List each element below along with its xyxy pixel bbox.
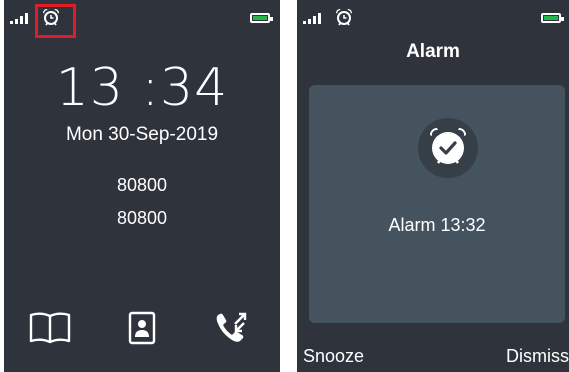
snooze-softkey[interactable]: Snooze	[303, 346, 364, 367]
alarm-check-icon	[418, 118, 478, 178]
line-1-number: 80800	[116, 175, 168, 195]
battery-icon	[541, 13, 564, 23]
date-label: Mon 30-Sep-2019	[65, 124, 219, 145]
contact-card-icon[interactable]	[120, 308, 164, 348]
alarm-card: Alarm 13:32	[309, 85, 565, 323]
status-bar	[297, 0, 569, 34]
phonebook-icon[interactable]	[28, 308, 72, 348]
call-log-icon[interactable]	[210, 308, 254, 348]
line-2-number: 80800	[116, 208, 168, 228]
battery-icon	[250, 13, 273, 23]
alarm-message: Alarm 13:32	[388, 215, 486, 235]
alarm-clock-icon	[336, 9, 352, 26]
alarm-title: Alarm	[406, 41, 460, 62]
alarm-screen: Alarm Alarm 13:32 Snooze Dismiss	[297, 0, 569, 372]
highlight-box	[35, 4, 76, 38]
signal-icon	[10, 12, 32, 24]
home-screen: 13 :34 Mon 30-Sep-2019 80800 80800	[4, 0, 280, 372]
signal-icon	[303, 12, 325, 24]
dismiss-softkey[interactable]: Dismiss	[506, 346, 569, 367]
clock-time: 13 :34	[55, 58, 229, 118]
